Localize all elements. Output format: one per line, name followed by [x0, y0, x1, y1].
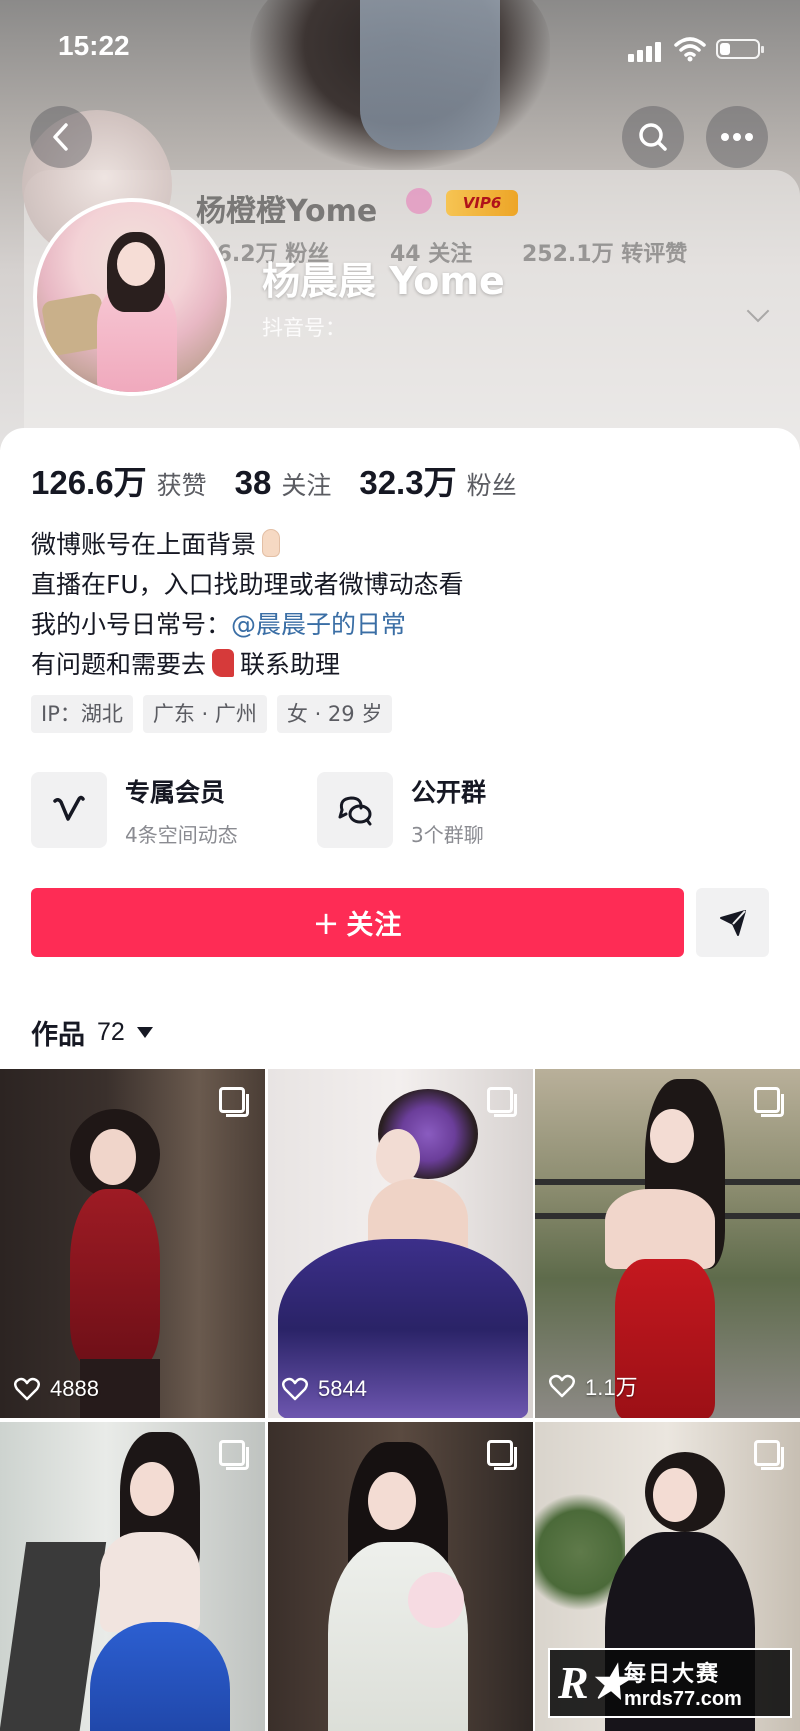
follow-label: 关注	[346, 910, 403, 941]
multi-image-icon	[754, 1440, 784, 1470]
member-title: 专属会员	[125, 777, 226, 807]
like-count: 4888	[14, 1376, 99, 1402]
profile-cover: 杨橙橙Yome VIP6 126.2万 粉丝 44 关注 252.1万 转评赞 …	[0, 0, 800, 450]
watermark-logo: R★	[558, 1657, 630, 1708]
multi-image-icon	[487, 1087, 517, 1117]
work-thumbnail[interactable]: 4888	[0, 1069, 265, 1418]
chat-bubbles-icon	[317, 772, 393, 848]
heart-icon	[282, 1377, 308, 1401]
avatar[interactable]	[33, 198, 231, 396]
works-tab[interactable]: 作品 72	[31, 1013, 153, 1052]
back-button[interactable]	[30, 106, 92, 168]
pointing-up-emoji-icon	[262, 529, 281, 557]
profile-display-name: 杨晨晨 Yome	[262, 259, 505, 303]
plus-icon: +	[312, 903, 341, 942]
work-thumbnail[interactable]	[0, 1422, 265, 1731]
cover-background-badge-icon	[406, 188, 432, 214]
status-time: 15:22	[58, 30, 130, 61]
bio-mention-link[interactable]: @晨晨子的日常	[231, 610, 406, 639]
followers-count[interactable]: 32.3万	[359, 456, 456, 504]
more-button[interactable]	[706, 106, 768, 168]
profile-bio: 微博账号在上面背景 直播在FU，入口找助理或者微博动态看 我的小号日常号：@晨晨…	[31, 525, 464, 685]
city-tag[interactable]: 广东 · 广州	[142, 695, 267, 733]
bio-line: 我的小号日常号：@晨晨子的日常	[31, 610, 407, 639]
likes-count[interactable]: 126.6万	[31, 456, 147, 504]
multi-image-icon	[219, 1087, 249, 1117]
gender-age-tag: 女 · 29 岁	[276, 695, 393, 733]
work-thumbnail[interactable]: 5844	[268, 1069, 533, 1418]
watermark-url: mrds77.com	[624, 1687, 742, 1710]
heart-icon	[549, 1374, 575, 1398]
bio-line: 微博账号在上面背景	[31, 525, 464, 565]
cover-photo-jacket	[360, 0, 500, 150]
heart-icon	[14, 1377, 40, 1401]
multi-image-icon	[754, 1087, 784, 1117]
more-dots-icon	[721, 133, 753, 141]
ip-location-tag: IP：湖北	[31, 695, 133, 733]
work-thumbnail[interactable]: 1.1万	[535, 1069, 800, 1418]
status-icons	[628, 36, 768, 62]
watermark-title: 每日大赛	[624, 1661, 721, 1687]
followers-label[interactable]: 粉丝	[467, 466, 517, 502]
following-label[interactable]: 关注	[281, 466, 331, 502]
likes-label[interactable]: 获赞	[157, 466, 207, 502]
like-count: 5844	[282, 1376, 367, 1402]
bio-line: 直播在FU，入口找助理或者微博动态看	[31, 570, 464, 599]
profile-tags: IP：湖北 广东 · 广州 女 · 29 岁	[31, 695, 393, 733]
multi-image-icon	[487, 1440, 517, 1470]
battery-icon	[716, 39, 764, 59]
share-arrow-icon	[719, 909, 746, 936]
like-count: 1.1万	[549, 1370, 638, 1402]
profile-stats: 126.6万 获赞 38 关注 32.3万 粉丝	[31, 456, 517, 504]
cover-background-vip-badge: VIP6	[446, 190, 518, 216]
work-thumbnail[interactable]	[268, 1422, 533, 1731]
douyin-id[interactable]: 抖音号：	[262, 312, 346, 342]
search-button[interactable]	[622, 106, 684, 168]
site-watermark: R★ 每日大赛 mrds77.com	[548, 1648, 792, 1718]
scarf-emoji-icon	[212, 649, 235, 677]
works-count: 72	[97, 1018, 125, 1046]
group-title: 公开群	[411, 777, 487, 807]
search-icon	[639, 123, 667, 151]
public-group-entry[interactable]: 公开群 3个群聊	[317, 772, 486, 848]
following-count[interactable]: 38	[235, 464, 272, 502]
member-subtitle: 4条空间动态	[125, 822, 238, 847]
group-subtitle: 3个群聊	[411, 822, 484, 847]
bio-line: 有问题和需要去 联系助理	[31, 649, 341, 679]
cover-background-likes: 252.1万 转评赞	[522, 242, 688, 267]
wifi-icon	[674, 37, 706, 62]
share-button[interactable]	[696, 888, 769, 957]
follow-button[interactable]: + 关注	[31, 888, 684, 957]
exclusive-member-entry[interactable]: 专属会员 4条空间动态	[31, 772, 238, 848]
multi-image-icon	[219, 1440, 249, 1470]
caret-down-icon	[136, 1027, 153, 1038]
chevron-left-icon	[53, 123, 68, 151]
cover-background-name: 杨橙橙Yome	[196, 194, 378, 229]
v-member-icon	[31, 772, 107, 848]
works-label: 作品	[31, 1020, 85, 1051]
